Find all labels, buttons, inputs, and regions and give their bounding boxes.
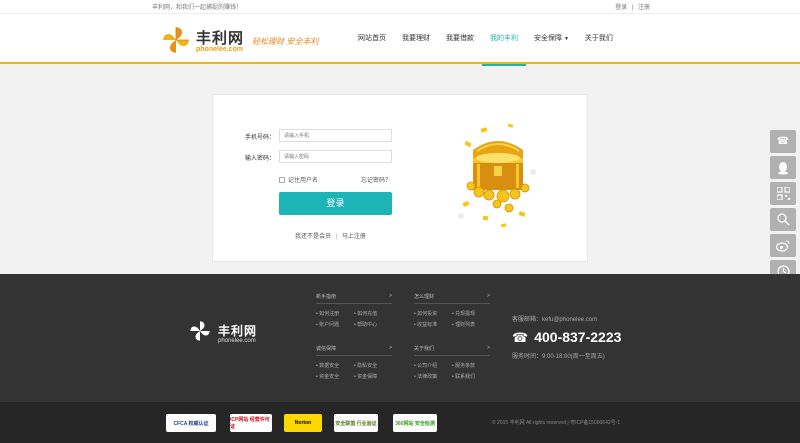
safety-badge[interactable]: 安全联盟 行业验证	[334, 414, 378, 432]
remember-me[interactable]: 记住用户名	[279, 175, 318, 184]
top-register-link[interactable]: 注册	[638, 5, 650, 11]
footer-col-guide: 新手指南 > 如何注册 如何充值 账户问题 帮助中心	[316, 293, 392, 328]
welcome-text: 丰利网，和我们一起捕捉的赚钱！	[152, 5, 243, 11]
footer-col-header[interactable]: 怎么理财 >	[414, 293, 490, 304]
bottom-bar: CFCA 权威认证 ICP网站 经营许可证 Norton 安全联盟 行业验证 3…	[0, 402, 800, 443]
footer-link[interactable]: 帮助中心	[354, 321, 392, 328]
phone-icon[interactable]: ☎	[770, 130, 796, 153]
login-button[interactable]: 登录	[279, 192, 392, 215]
footer-link[interactable]: 如何投资	[414, 310, 452, 317]
footer-link[interactable]: 如何注册	[316, 310, 354, 317]
top-links: 登录 | 注册	[612, 2, 650, 11]
contact-email: 客服邮箱：kefu@phonelee.com	[512, 317, 598, 323]
nav-my-account[interactable]: 我的丰利	[482, 14, 526, 66]
not-member-text: 我还不是会员	[295, 234, 332, 240]
qq-icon[interactable]	[770, 156, 796, 179]
chevron-right-icon: >	[389, 293, 392, 299]
password-input[interactable]	[279, 150, 392, 163]
top-bar: 丰利网，和我们一起捕捉的赚钱！ 登录 | 注册	[0, 0, 800, 14]
footer: 丰利网 phonelee.com 新手指南 > 如何注册 如何充值 账户问题 帮助…	[0, 274, 800, 402]
register-prompt: 我还不是会员 | 马上注册	[295, 231, 366, 240]
search-question-icon[interactable]	[770, 208, 796, 231]
footer-col-title: 怎么理财	[414, 294, 435, 300]
phone-icon: ☎	[512, 330, 529, 345]
nav-security[interactable]: 安全保障 ▼	[526, 14, 577, 64]
footer-link[interactable]: 联系我们	[452, 373, 490, 380]
footer-link[interactable]: 公司介绍	[414, 362, 452, 369]
cfca-badge[interactable]: CFCA 权威认证	[166, 414, 216, 432]
main-nav: 网站首页 我要理财 我要借款 我的丰利 安全保障 ▼ 关于我们	[350, 14, 621, 66]
nav-invest[interactable]: 我要理财	[394, 14, 438, 64]
footer-link[interactable]: 法律政策	[414, 373, 452, 380]
remember-label: 记住用户名	[288, 178, 319, 184]
nav-home[interactable]: 网站首页	[350, 14, 394, 64]
footer-link[interactable]: 服务条款	[452, 362, 490, 369]
slogan: 轻松理财 安全丰利	[252, 37, 319, 46]
footer-link[interactable]: 如何充值	[354, 310, 392, 317]
chevron-right-icon: >	[487, 345, 490, 351]
footer-col-about: 关于我们 > 公司介绍 服务条款 法律政策 联系我们	[414, 345, 490, 380]
logo-icon[interactable]	[160, 24, 192, 56]
360-badge[interactable]: 360网站 安全检测	[393, 414, 437, 432]
register-separator: |	[335, 234, 338, 240]
password-label: 输入密码：	[245, 156, 276, 162]
footer-link[interactable]: 资金安全	[316, 373, 354, 380]
register-now-link[interactable]: 马上注册	[342, 234, 366, 240]
forgot-password-link[interactable]: 忘记密码？	[361, 175, 391, 184]
footer-brand-url: phonelee.com	[218, 338, 256, 344]
footer-brand-name: 丰利网	[218, 324, 258, 338]
contact-phone-number: 400-837-2223	[534, 329, 622, 345]
footer-col-security: 诚信保障 > 数据安全 隐私安全 资金安全 资金保障	[316, 345, 392, 380]
phone-label: 手机号码：	[245, 135, 276, 141]
chevron-right-icon: >	[389, 345, 392, 351]
contact-hours: 服务时间：9:00-18:00(周一至周五)	[512, 354, 605, 360]
footer-col-header[interactable]: 关于我们 >	[414, 345, 490, 356]
chevron-right-icon: >	[487, 293, 490, 299]
top-login-link[interactable]: 登录	[615, 5, 627, 11]
footer-link[interactable]: 隐私安全	[354, 362, 392, 369]
footer-link[interactable]: 收益标准	[414, 321, 452, 328]
footer-col-title: 诚信保障	[316, 346, 337, 352]
footer-col-title: 新手指南	[316, 294, 337, 300]
footer-link[interactable]: 账户问题	[316, 321, 354, 328]
treasure-chest-illustration	[458, 123, 536, 228]
login-card: 手机号码： 输入密码： 记住用户名 忘记密码？ 登录 我还不是会员 | 马上注册	[212, 94, 588, 262]
qrcode-icon[interactable]	[770, 182, 796, 205]
weibo-icon[interactable]	[770, 234, 796, 257]
footer-logo-icon	[190, 321, 210, 341]
footer-link[interactable]: 理财列表	[452, 321, 490, 328]
footer-link[interactable]: 数据安全	[316, 362, 354, 369]
footer-link[interactable]: 资金保障	[354, 373, 392, 380]
brand-url: phonelee.com	[196, 46, 244, 53]
footer-link[interactable]: 兑现提现	[452, 310, 490, 317]
copyright-text: © 2015 丰利网 All rights reserved | 粤ICP备15…	[492, 420, 621, 426]
top-link-separator: |	[631, 5, 634, 11]
contact-phone: ☎ 400-837-2223	[512, 329, 621, 346]
remember-checkbox[interactable]	[279, 176, 285, 183]
phone-input[interactable]	[279, 129, 392, 142]
norton-badge[interactable]: Norton	[284, 414, 322, 432]
footer-col-title: 关于我们	[414, 346, 435, 352]
footer-col-header[interactable]: 诚信保障 >	[316, 345, 392, 356]
footer-col-invest: 怎么理财 > 如何投资 兑现提现 收益标准 理财列表	[414, 293, 490, 328]
nav-borrow[interactable]: 我要借款	[438, 14, 482, 64]
footer-col-header[interactable]: 新手指南 >	[316, 293, 392, 304]
icp-badge[interactable]: ICP网站 经营许可证	[230, 414, 272, 432]
chevron-down-icon: ▼	[563, 36, 569, 42]
nav-security-label: 安全保障	[534, 35, 562, 42]
nav-about[interactable]: 关于我们	[577, 14, 621, 64]
brand-name: 丰利网	[196, 30, 245, 47]
